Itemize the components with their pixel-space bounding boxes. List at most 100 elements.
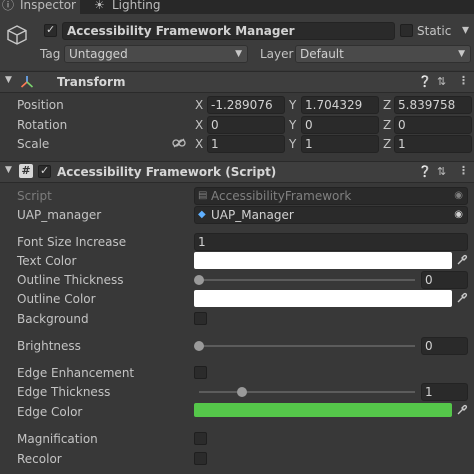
edge-color-swatch[interactable] bbox=[194, 403, 452, 417]
rotation-label: Rotation bbox=[17, 118, 68, 132]
outline-thickness-knob[interactable] bbox=[194, 275, 204, 285]
script-field: ▤ AccessibilityFramework ◉ bbox=[194, 187, 468, 205]
position-x-field[interactable]: -1.289076 bbox=[207, 96, 285, 114]
scale-y-field[interactable]: 1 bbox=[301, 135, 379, 153]
tag-label: Tag bbox=[40, 47, 61, 61]
inspector-icon: ⓘ bbox=[2, 0, 15, 12]
csharp-script-icon: # bbox=[19, 164, 33, 178]
component-enabled-checkbox[interactable] bbox=[38, 164, 51, 178]
position-z-axis: Z bbox=[383, 98, 392, 112]
edge-enhancement-checkbox[interactable] bbox=[194, 366, 207, 379]
static-dropdown-icon[interactable]: ▾ bbox=[462, 22, 469, 38]
edge-enhancement-label: Edge Enhancement bbox=[17, 366, 135, 380]
lighting-icon: ☀ bbox=[94, 0, 105, 12]
position-y-axis: Y bbox=[289, 98, 297, 112]
help-icon[interactable]: ❔ bbox=[418, 75, 432, 88]
rotation-x-axis: X bbox=[195, 118, 204, 132]
rotation-z-axis: Z bbox=[383, 118, 392, 132]
object-picker-icon: ◉ bbox=[454, 190, 463, 201]
tab-inspector-label: Inspector bbox=[20, 0, 76, 12]
foldout-arrow-icon[interactable]: ▼ bbox=[5, 165, 12, 175]
edge-thickness-field[interactable]: 1 bbox=[421, 383, 468, 401]
scale-y-axis: Y bbox=[289, 137, 297, 151]
script-label: Script bbox=[17, 189, 52, 203]
outline-thickness-label: Outline Thickness bbox=[17, 273, 124, 287]
foldout-arrow-icon[interactable]: ▼ bbox=[5, 75, 12, 85]
position-x-axis: X bbox=[195, 98, 204, 112]
chevron-down-icon: ▼ bbox=[235, 49, 242, 59]
layer-label: Layer bbox=[260, 47, 294, 61]
edge-thickness-track[interactable] bbox=[199, 391, 415, 393]
help-icon[interactable]: ❔ bbox=[418, 165, 432, 178]
active-checkbox[interactable] bbox=[44, 23, 57, 37]
rotation-x-field[interactable]: 0 bbox=[207, 116, 285, 134]
magnification-checkbox[interactable] bbox=[194, 432, 207, 445]
kebab-icon[interactable]: ⋮ bbox=[458, 74, 469, 87]
tag-dropdown[interactable]: Untagged ▼ bbox=[64, 45, 248, 63]
brightness-knob[interactable] bbox=[194, 341, 204, 351]
static-checkbox[interactable] bbox=[400, 24, 413, 37]
tab-inspector[interactable]: ⓘ Inspector bbox=[0, 0, 80, 14]
eyedropper-icon[interactable] bbox=[456, 254, 468, 266]
scale-x-field[interactable]: 1 bbox=[207, 135, 285, 153]
brightness-field[interactable]: 0 bbox=[421, 337, 468, 355]
sliders-icon[interactable]: ⇅ bbox=[437, 75, 446, 88]
position-z-field[interactable]: 5.839758 bbox=[394, 96, 472, 114]
gameobject-header: Accessibility Framework Manager Static ▾… bbox=[0, 14, 474, 70]
scale-label: Scale bbox=[17, 137, 50, 151]
edge-thickness-label: Edge Thickness bbox=[17, 385, 111, 399]
brightness-track[interactable] bbox=[199, 345, 415, 347]
rotation-y-axis: Y bbox=[289, 118, 297, 132]
object-picker-icon[interactable]: ◉ bbox=[454, 207, 463, 223]
scale-x-axis: X bbox=[195, 137, 204, 151]
position-label: Position bbox=[17, 98, 64, 112]
link-icon[interactable] bbox=[172, 138, 186, 148]
scale-z-axis: Z bbox=[383, 137, 392, 151]
transform-header[interactable]: ▼ Transform ❔ ⇅ ⋮ bbox=[0, 71, 474, 93]
sliders-icon[interactable]: ⇅ bbox=[437, 165, 446, 178]
brightness-label: Brightness bbox=[17, 339, 81, 353]
tab-bar: ⓘ Inspector ☀ Lighting bbox=[0, 0, 474, 14]
position-y-field[interactable]: 1.704329 bbox=[301, 96, 379, 114]
edge-color-label: Edge Color bbox=[17, 405, 83, 419]
font-size-field[interactable]: 1 bbox=[194, 233, 468, 251]
eyedropper-icon[interactable] bbox=[456, 292, 468, 304]
outline-color-label: Outline Color bbox=[17, 292, 96, 306]
cube-icon bbox=[7, 25, 27, 45]
recolor-label: Recolor bbox=[17, 452, 62, 466]
rotation-y-field[interactable]: 0 bbox=[301, 116, 379, 134]
transform-axes-icon bbox=[20, 76, 34, 88]
kebab-icon[interactable]: ⋮ bbox=[458, 164, 469, 177]
object-name-input[interactable]: Accessibility Framework Manager bbox=[62, 22, 395, 40]
text-color-swatch[interactable] bbox=[194, 252, 452, 269]
rotation-z-field[interactable]: 0 bbox=[394, 116, 472, 134]
background-checkbox[interactable] bbox=[194, 312, 207, 325]
recolor-checkbox[interactable] bbox=[194, 452, 207, 465]
tag-value: Untagged bbox=[69, 47, 128, 61]
uap-manager-value: UAP_Manager bbox=[211, 208, 294, 222]
background-label: Background bbox=[17, 312, 89, 326]
text-color-label: Text Color bbox=[17, 254, 77, 268]
magnification-label: Magnification bbox=[17, 432, 98, 446]
component-header[interactable]: ▼ # Accessibility Framework (Script) ❔ ⇅… bbox=[0, 161, 474, 183]
layer-dropdown[interactable]: Default ▼ bbox=[295, 45, 471, 63]
eyedropper-icon[interactable] bbox=[456, 404, 468, 416]
edge-thickness-knob[interactable] bbox=[237, 387, 248, 397]
component-title: Accessibility Framework (Script) bbox=[57, 165, 277, 179]
chevron-down-icon: ▼ bbox=[458, 49, 465, 59]
transform-title: Transform bbox=[57, 75, 126, 89]
uap-manager-label: UAP_manager bbox=[17, 208, 102, 222]
script-file-icon: ▤ bbox=[198, 190, 208, 201]
script-value: AccessibilityFramework bbox=[211, 189, 352, 203]
outline-color-swatch[interactable] bbox=[194, 290, 452, 307]
tab-lighting[interactable]: ☀ Lighting bbox=[92, 0, 172, 14]
prefab-icon: ◆ bbox=[198, 209, 206, 220]
uap-manager-field[interactable]: ◆ UAP_Manager ◉ bbox=[194, 206, 468, 224]
layer-value: Default bbox=[300, 47, 344, 61]
static-label: Static bbox=[417, 24, 452, 38]
scale-z-field[interactable]: 1 bbox=[394, 135, 472, 153]
tab-lighting-label: Lighting bbox=[112, 0, 161, 12]
font-size-label: Font Size Increase bbox=[17, 235, 127, 249]
outline-thickness-track[interactable] bbox=[199, 279, 415, 281]
outline-thickness-field[interactable]: 0 bbox=[421, 271, 468, 289]
